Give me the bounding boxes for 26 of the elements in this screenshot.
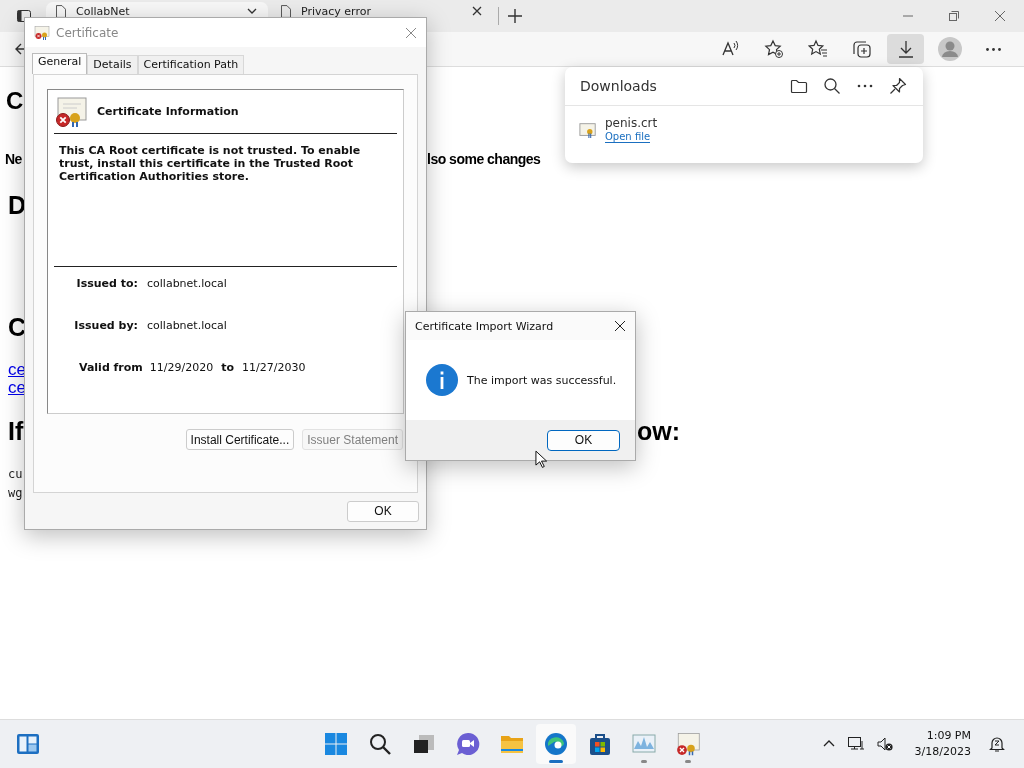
page-text: lso some changes [427,151,541,167]
field-label: Issued by: [73,319,138,332]
panel-title: Downloads [580,78,657,94]
window-title: Certificate [56,25,119,40]
field-value: collabnet.local [147,319,227,332]
clock-date: 3/18/2023 [914,744,971,760]
trust-warning-text: This CA Root certificate is not trusted. To enable trust, install this certificate in the Trusted Root Certification Authorities store. [58,143,362,185]
window-title: Certificate Import Wizard [415,319,554,333]
page-heading: If [8,417,24,446]
page-heading: C [8,313,27,342]
page-heading: ow: [637,417,681,446]
field-label: to [221,361,235,374]
field-label: Valid from [79,361,143,374]
clock-time: 1:09 PM [926,728,971,744]
field-value: 11/29/2020 [149,361,214,374]
code-text: cu [8,467,23,481]
page-heading: C [6,87,24,115]
code-text: wg [8,486,23,500]
page-text: Ne [5,151,22,167]
field-value: collabnet.local [147,277,227,290]
section-title: Certificate Information [97,105,239,118]
field-value: 11/27/2030 [242,361,306,374]
message-text: The import was successful. [467,373,617,387]
file-name: penis.crt [605,116,658,130]
field-label: Issued to: [75,277,138,290]
page-heading: D [8,191,27,220]
